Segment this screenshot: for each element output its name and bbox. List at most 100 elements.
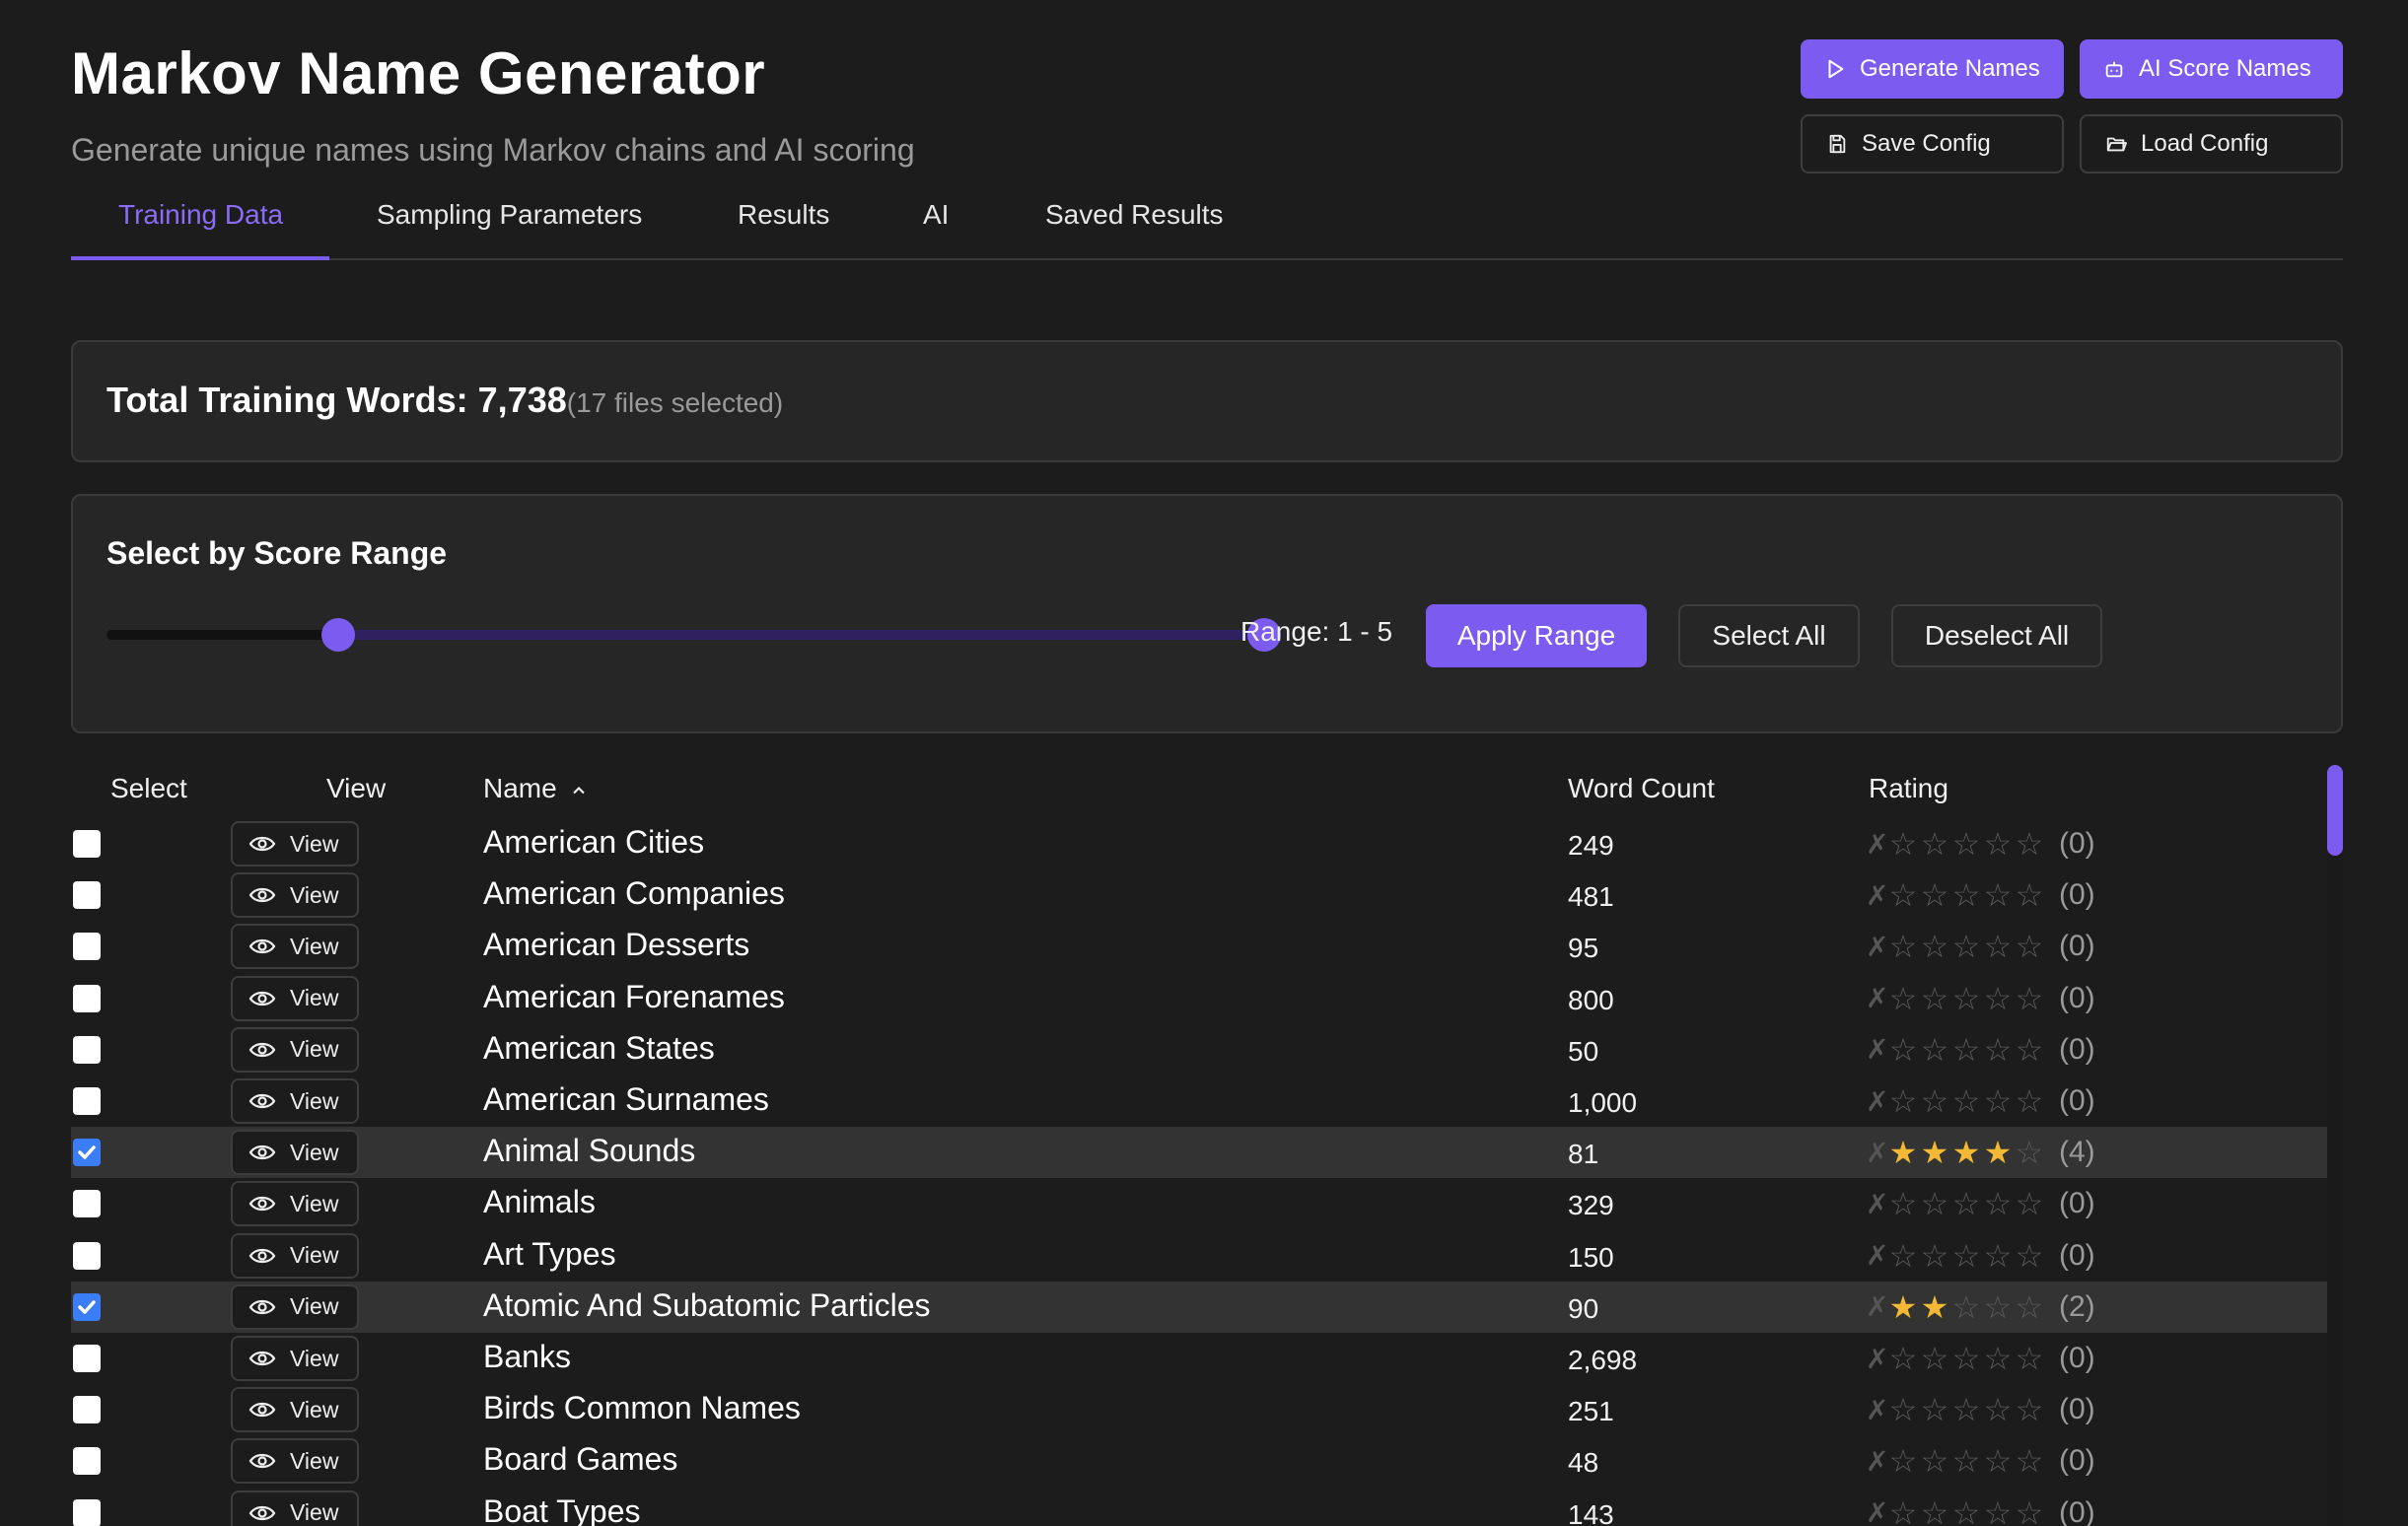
- star-icon[interactable]: ☆: [1887, 1031, 1919, 1069]
- star-icon[interactable]: ☆: [1919, 825, 1950, 863]
- star-icon[interactable]: ☆: [1887, 1237, 1919, 1275]
- star-icon[interactable]: ★: [1887, 1134, 1919, 1171]
- star-icon[interactable]: ★: [1887, 1288, 1919, 1326]
- header-name[interactable]: Name: [483, 773, 589, 804]
- slider-min-handle[interactable]: [320, 618, 355, 652]
- star-icon[interactable]: ☆: [1919, 1494, 1950, 1526]
- tab-results[interactable]: Results: [738, 187, 829, 260]
- star-icon[interactable]: ☆: [1919, 1442, 1950, 1480]
- clear-rating-icon[interactable]: ✗: [1866, 1496, 1888, 1526]
- star-icon[interactable]: ☆: [1950, 1494, 1982, 1526]
- star-icon[interactable]: ☆: [1982, 928, 2014, 965]
- view-button[interactable]: View: [231, 872, 359, 919]
- view-button[interactable]: View: [231, 1232, 359, 1279]
- star-icon[interactable]: ☆: [1887, 980, 1919, 1017]
- star-icon[interactable]: ★: [1919, 1288, 1950, 1326]
- star-icon[interactable]: ☆: [2014, 1031, 2045, 1069]
- view-button[interactable]: View: [231, 1336, 359, 1381]
- star-icon[interactable]: ☆: [1982, 876, 2014, 914]
- star-icon[interactable]: ☆: [2014, 980, 2045, 1017]
- row-checkbox[interactable]: [73, 1139, 101, 1167]
- row-checkbox[interactable]: [73, 1087, 101, 1115]
- star-icon[interactable]: ☆: [2014, 1134, 2045, 1171]
- row-checkbox[interactable]: [73, 933, 101, 961]
- clear-rating-icon[interactable]: ✗: [1866, 1290, 1888, 1323]
- save-config-button[interactable]: Save Config: [1801, 114, 2064, 173]
- star-icon[interactable]: ☆: [2014, 1288, 2045, 1326]
- star-icon[interactable]: ☆: [1919, 1391, 1950, 1428]
- star-icon[interactable]: ☆: [1887, 1340, 1919, 1377]
- star-icon[interactable]: ★: [1982, 1134, 2014, 1171]
- row-checkbox[interactable]: [73, 1345, 101, 1372]
- row-checkbox[interactable]: [73, 1498, 101, 1526]
- view-button[interactable]: View: [231, 1181, 359, 1227]
- star-icon[interactable]: ☆: [1950, 1185, 1982, 1222]
- generate-names-button[interactable]: Generate Names: [1801, 39, 2064, 99]
- row-checkbox[interactable]: [73, 881, 101, 910]
- star-icon[interactable]: ☆: [1887, 1082, 1919, 1120]
- star-icon[interactable]: ☆: [1950, 980, 1982, 1017]
- clear-rating-icon[interactable]: ✗: [1866, 982, 1888, 1014]
- star-icon[interactable]: ☆: [1887, 1442, 1919, 1480]
- star-icon[interactable]: ☆: [1950, 1237, 1982, 1275]
- load-config-button[interactable]: Load Config: [2080, 114, 2343, 173]
- view-button[interactable]: View: [231, 1490, 359, 1526]
- star-icon[interactable]: ☆: [1982, 1391, 2014, 1428]
- row-checkbox[interactable]: [73, 1447, 101, 1476]
- select-all-button[interactable]: Select All: [1678, 604, 1860, 667]
- star-icon[interactable]: ☆: [2014, 1185, 2045, 1222]
- view-button[interactable]: View: [231, 924, 359, 970]
- view-button[interactable]: View: [231, 1438, 359, 1485]
- star-icon[interactable]: ☆: [2014, 1082, 2045, 1120]
- star-icon[interactable]: ☆: [1919, 876, 1950, 914]
- star-icon[interactable]: ☆: [1982, 1082, 2014, 1120]
- star-icon[interactable]: ☆: [1982, 1288, 2014, 1326]
- star-icon[interactable]: ☆: [1887, 928, 1919, 965]
- star-icon[interactable]: ☆: [1950, 825, 1982, 863]
- row-checkbox[interactable]: [73, 984, 101, 1012]
- tab-sampling-parameters[interactable]: Sampling Parameters: [377, 187, 642, 260]
- star-icon[interactable]: ☆: [1982, 825, 2014, 863]
- clear-rating-icon[interactable]: ✗: [1866, 931, 1888, 963]
- row-checkbox[interactable]: [73, 1241, 101, 1270]
- view-button[interactable]: View: [231, 821, 359, 867]
- star-icon[interactable]: ☆: [1887, 876, 1919, 914]
- star-icon[interactable]: ☆: [1950, 1031, 1982, 1069]
- score-range-slider[interactable]: [106, 618, 1281, 652]
- scrollbar-thumb[interactable]: [2327, 765, 2343, 856]
- star-icon[interactable]: ☆: [2014, 1494, 2045, 1526]
- star-icon[interactable]: ☆: [1950, 876, 1982, 914]
- star-icon[interactable]: ☆: [1887, 1391, 1919, 1428]
- tab-saved-results[interactable]: Saved Results: [1045, 187, 1224, 260]
- clear-rating-icon[interactable]: ✗: [1866, 1033, 1888, 1066]
- view-button[interactable]: View: [231, 1283, 359, 1330]
- star-icon[interactable]: ☆: [1982, 1185, 2014, 1222]
- star-icon[interactable]: ☆: [1950, 1391, 1982, 1428]
- star-icon[interactable]: ☆: [1950, 1340, 1982, 1377]
- clear-rating-icon[interactable]: ✗: [1866, 1085, 1888, 1118]
- view-button[interactable]: View: [231, 975, 359, 1021]
- star-icon[interactable]: ☆: [1919, 1082, 1950, 1120]
- star-icon[interactable]: ☆: [2014, 1237, 2045, 1275]
- star-icon[interactable]: ☆: [1950, 1288, 1982, 1326]
- star-icon[interactable]: ☆: [1887, 825, 1919, 863]
- deselect-all-button[interactable]: Deselect All: [1891, 604, 2102, 667]
- tab-ai[interactable]: AI: [923, 187, 949, 260]
- clear-rating-icon[interactable]: ✗: [1866, 1239, 1888, 1272]
- star-icon[interactable]: ☆: [1919, 980, 1950, 1017]
- clear-rating-icon[interactable]: ✗: [1866, 1445, 1888, 1478]
- view-button[interactable]: View: [231, 1130, 359, 1176]
- star-icon[interactable]: ☆: [1982, 1340, 2014, 1377]
- star-icon[interactable]: ☆: [1982, 1494, 2014, 1526]
- star-icon[interactable]: ☆: [1919, 1031, 1950, 1069]
- star-icon[interactable]: ☆: [1887, 1494, 1919, 1526]
- star-icon[interactable]: ☆: [1887, 1185, 1919, 1222]
- clear-rating-icon[interactable]: ✗: [1866, 1394, 1888, 1426]
- view-button[interactable]: View: [231, 1026, 359, 1073]
- star-icon[interactable]: ★: [1919, 1134, 1950, 1171]
- star-icon[interactable]: ☆: [1919, 928, 1950, 965]
- row-checkbox[interactable]: [73, 1190, 101, 1218]
- star-icon[interactable]: ☆: [1919, 1340, 1950, 1377]
- star-icon[interactable]: ☆: [2014, 1340, 2045, 1377]
- view-button[interactable]: View: [231, 1078, 359, 1124]
